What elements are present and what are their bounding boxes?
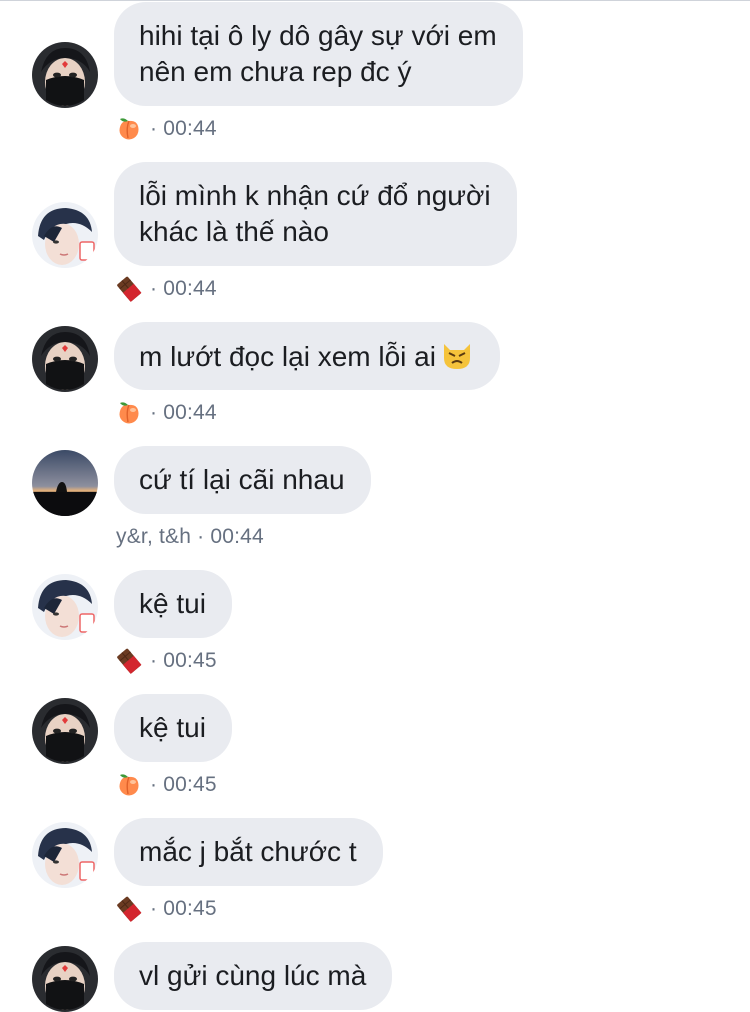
meta-separator: · — [150, 897, 158, 920]
message-text: kệ tui — [139, 588, 206, 619]
message-meta: · 00:44 — [116, 276, 217, 302]
meta-separator: · — [150, 277, 158, 300]
chocolate-icon[interactable] — [116, 896, 142, 922]
avatar-masked[interactable] — [32, 42, 98, 108]
message-text: cứ tí lại cãi nhau — [139, 464, 345, 495]
message-meta: · 00:45 — [116, 772, 217, 798]
message-text: hihi tại ô ly dô gây sự với em — [139, 20, 497, 51]
avatar-boy[interactable] — [32, 202, 98, 268]
timestamp: 00:45 — [163, 897, 217, 920]
timestamp: 00:44 — [163, 117, 217, 140]
avatar-boy[interactable] — [32, 822, 98, 888]
message-bubble[interactable]: m lướt đọc lại xem lỗi ai — [114, 322, 500, 390]
message-text: nên em chưa rep đc ý — [139, 56, 412, 87]
message-meta: · 00:44 — [116, 116, 217, 142]
avatar-masked[interactable] — [32, 946, 98, 1012]
avatar-sunset[interactable] — [32, 450, 98, 516]
timestamp: 00:44 — [163, 401, 217, 424]
message-bubble[interactable]: hihi tại ô ly dô gây sự với em nên em chư… — [114, 2, 523, 106]
message-meta: y&r, t&h · 00:44 — [116, 524, 264, 550]
message-text: mắc j bắt chước t — [139, 836, 357, 867]
message-text: lỗi mình k nhận cứ đổ người — [139, 180, 491, 211]
avatar-boy[interactable] — [32, 574, 98, 640]
message-bubble[interactable]: kệ tui — [114, 694, 232, 762]
avatar-masked[interactable] — [32, 326, 98, 392]
chocolate-icon[interactable] — [116, 276, 142, 302]
message-meta: · 00:45 — [116, 648, 217, 674]
message-text: m lướt đọc lại xem lỗi ai — [139, 341, 436, 372]
meta-separator: · — [150, 117, 158, 140]
message-bubble[interactable]: kệ tui — [114, 570, 232, 638]
timestamp: 00:45 — [163, 649, 217, 672]
message-text: vl gửi cùng lúc mà — [139, 960, 367, 991]
meta-separator: · — [150, 401, 158, 424]
message-bubble[interactable]: mắc j bắt chước t — [114, 818, 383, 886]
timestamp: 00:44 — [210, 525, 264, 548]
timestamp: 00:45 — [163, 773, 217, 796]
timestamp: 00:44 — [163, 277, 217, 300]
message-text: kệ tui — [139, 712, 206, 743]
message-text: khác là thế nào — [139, 216, 329, 247]
meta-separator: · — [150, 773, 158, 796]
message-meta: · 00:45 — [116, 896, 217, 922]
avatar-masked[interactable] — [32, 698, 98, 764]
reaction-names[interactable]: y&r, t&h — [116, 524, 191, 550]
meta-separator: · — [197, 525, 205, 548]
peach-icon[interactable] — [116, 400, 142, 426]
message-bubble[interactable]: vl gửi cùng lúc mà — [114, 942, 393, 1010]
pouting-cat-icon — [440, 338, 474, 372]
meta-separator: · — [150, 649, 158, 672]
message-bubble[interactable]: lỗi mình k nhận cứ đổ người khác là thế n… — [114, 162, 517, 266]
peach-icon[interactable] — [116, 772, 142, 798]
message-bubble[interactable]: cứ tí lại cãi nhau — [114, 446, 371, 514]
chat-thread[interactable]: hihi tại ô ly dô gây sự với em nên em chư… — [0, 0, 750, 1012]
chocolate-icon[interactable] — [116, 648, 142, 674]
peach-icon[interactable] — [116, 116, 142, 142]
message-meta: · 00:44 — [116, 400, 217, 426]
